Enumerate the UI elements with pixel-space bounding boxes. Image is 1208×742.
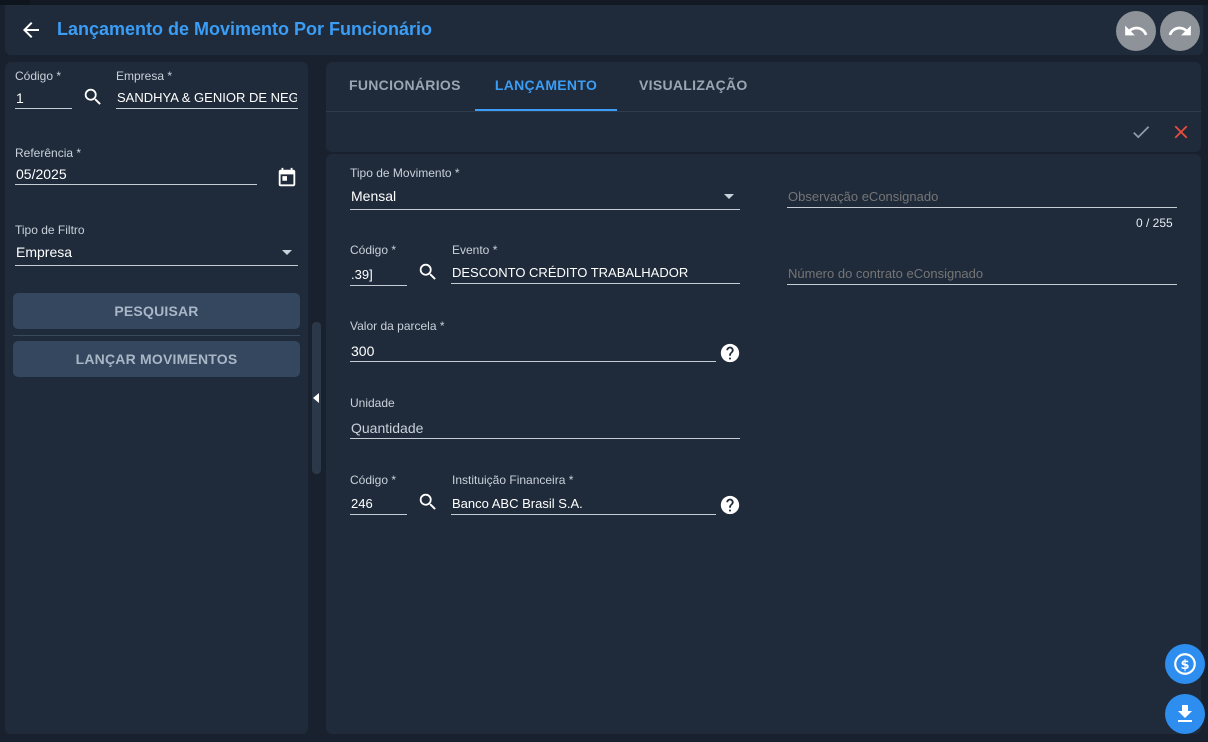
help-icon [720, 495, 740, 515]
chevron-down-icon [724, 194, 734, 199]
check-icon [1133, 126, 1150, 139]
search-instituicao-button[interactable] [416, 490, 440, 514]
help-icon [720, 343, 740, 363]
valor-parcela-input[interactable] [350, 340, 716, 362]
dollar-circle-icon: $ [1174, 653, 1196, 675]
instituicao-codigo-label: Código * [350, 473, 397, 487]
svg-text:$: $ [1180, 658, 1189, 673]
filter-panel: Código * Empresa * Referência * Tipo de … [5, 62, 308, 734]
codigo-label: Código * [15, 69, 62, 83]
redo-button[interactable] [1160, 11, 1200, 51]
calendar-button[interactable] [275, 166, 299, 190]
empresa-label: Empresa * [116, 69, 173, 83]
collapse-left-icon[interactable] [313, 393, 319, 403]
tabs-panel: FUNCIONÁRIOS LANÇAMENTO VISUALIZAÇÃO [326, 62, 1201, 152]
evento-input[interactable] [451, 262, 740, 284]
search-empresa-button[interactable] [81, 85, 105, 109]
tipo-movimento-select[interactable]: Mensal [350, 186, 740, 210]
buttons-divider [13, 335, 300, 336]
cancel-button[interactable] [1169, 120, 1193, 144]
instituicao-codigo-input[interactable] [350, 493, 407, 515]
unidade-input[interactable] [350, 417, 740, 439]
unidade-label: Unidade [350, 396, 395, 410]
download-fab[interactable] [1165, 694, 1205, 734]
instituicao-input[interactable] [451, 493, 716, 515]
download-icon [1178, 705, 1192, 722]
tipo-movimento-label: Tipo de Movimento * [350, 166, 460, 180]
page-title: Lançamento de Movimento Por Funcionário [57, 19, 433, 39]
back-button[interactable] [19, 18, 43, 42]
tipo-filtro-label: Tipo de Filtro [15, 223, 85, 237]
numero-contrato-input[interactable] [787, 263, 1177, 285]
referencia-label: Referência * [15, 146, 82, 160]
lancamento-form: Tipo de Movimento * Mensal 0 / 255 Códig… [326, 154, 1201, 734]
valor-parcela-help-button[interactable] [718, 341, 742, 365]
confirm-button[interactable] [1129, 120, 1153, 144]
undo-icon [1125, 25, 1148, 36]
instituicao-help-button[interactable] [718, 493, 742, 517]
observacao-counter: 0 / 255 [1136, 216, 1173, 230]
arrow-left-icon [23, 22, 39, 38]
app-header: Lançamento de Movimento Por Funcionário [5, 5, 1203, 55]
search-icon [419, 493, 436, 510]
evento-label: Evento * [452, 243, 498, 257]
evento-codigo-label: Código * [350, 243, 397, 257]
evento-codigo-input[interactable] [350, 264, 407, 286]
tipo-movimento-value: Mensal [351, 188, 397, 204]
instituicao-label: Instituição Financeira * [452, 473, 574, 487]
undo-button[interactable] [1116, 11, 1156, 51]
search-icon [419, 263, 436, 280]
tabs-separator [326, 111, 1201, 112]
chevron-down-icon [282, 250, 292, 255]
lancar-movimentos-button[interactable]: LANÇAR MOVIMENTOS [13, 341, 300, 377]
tab-funcionarios[interactable]: FUNCIONÁRIOS [349, 77, 460, 111]
tipo-filtro-value: Empresa [16, 244, 73, 260]
referencia-input[interactable] [15, 163, 257, 185]
empresa-input[interactable] [116, 87, 298, 109]
pesquisar-button[interactable]: PESQUISAR [13, 293, 300, 329]
search-evento-button[interactable] [416, 260, 440, 284]
tab-lancamento[interactable]: LANÇAMENTO [475, 77, 617, 111]
tab-visualizacao[interactable]: VISUALIZAÇÃO [639, 77, 747, 111]
close-icon [1174, 125, 1188, 139]
money-fab[interactable]: $ [1165, 644, 1205, 684]
tipo-filtro-select[interactable]: Empresa [15, 242, 298, 266]
search-icon [84, 88, 101, 105]
valor-parcela-label: Valor da parcela * [350, 319, 445, 333]
calendar-icon [278, 167, 296, 187]
observacao-input[interactable] [787, 186, 1177, 208]
codigo-input[interactable] [15, 87, 72, 109]
redo-icon [1168, 25, 1191, 36]
